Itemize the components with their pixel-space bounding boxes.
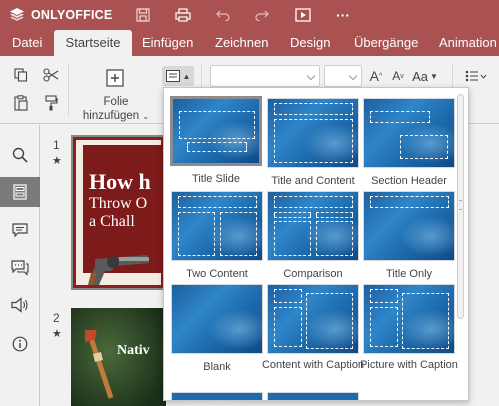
tomahawk-image [85, 330, 114, 399]
slide-title: Nativ [117, 343, 150, 358]
layout-thumbnail [267, 191, 359, 261]
info-icon[interactable] [0, 329, 40, 359]
slideshow-icon[interactable] [294, 6, 312, 24]
app-name: ONLYOFFICE [31, 8, 113, 22]
slide-layout-button[interactable]: ▲ [162, 66, 194, 86]
speaker-icon[interactable] [0, 290, 40, 320]
chevron-down-icon [306, 71, 316, 81]
title-bar: ONLYOFFICE ··· [0, 0, 499, 30]
layout-label: Section Header [371, 175, 447, 187]
tab-startseite[interactable]: Startseite [54, 30, 132, 56]
layout-thumbnail [363, 284, 455, 354]
format-painter-icon[interactable] [42, 94, 60, 112]
add-slide-label-line1: Folie [103, 96, 129, 108]
menu-tabs: Datei Startseite Einfügen Zeichnen Desig… [0, 30, 499, 56]
cut-icon[interactable] [42, 66, 60, 84]
add-slide-button[interactable]: Folie hinzufügen ⌄ [76, 95, 156, 124]
font-size-select[interactable] [324, 65, 362, 87]
redo-icon[interactable] [254, 6, 270, 24]
tab-design[interactable]: Design [290, 30, 330, 56]
slide-thumbnails-panel: 1 ★ How h Throw O a Chall 2 ★ Nativ [41, 125, 166, 406]
font-name-select[interactable] [210, 65, 320, 87]
layout-label: Two Content [186, 268, 248, 280]
slide-title: How h [89, 169, 151, 194]
main-scrollbar[interactable] [485, 125, 499, 406]
chevron-up-icon: ▲ [182, 71, 191, 81]
tab-datei[interactable]: Datei [12, 30, 42, 56]
scroll-grip-icon [459, 200, 462, 210]
decrease-font-icon[interactable]: Av [389, 66, 407, 86]
slide-subtitle-line2: a Chall [89, 213, 135, 230]
slide-layout-menu: Title Slide Title and Content Section He… [163, 87, 469, 401]
slide-thumbnail-2[interactable]: Nativ [71, 308, 166, 406]
save-icon[interactable] [135, 6, 151, 24]
layout-label: Picture with Caption [360, 359, 458, 371]
layout-label: Content with Caption [261, 359, 365, 371]
layout-option-partial[interactable] [171, 392, 263, 400]
comments-icon[interactable] [0, 215, 40, 245]
onlyoffice-logo-icon [9, 7, 25, 23]
copy-icon[interactable] [12, 66, 30, 84]
star-icon: ★ [52, 328, 62, 340]
layout-label: Blank [203, 361, 231, 373]
tab-zeichnen[interactable]: Zeichnen [215, 30, 268, 56]
bullet-list-icon[interactable] [462, 66, 490, 86]
layout-label: Title Only [385, 268, 433, 280]
slide-thumbnail-1[interactable]: How h Throw O a Chall [71, 135, 166, 290]
undo-icon[interactable] [215, 6, 231, 24]
layout-thumbnail [171, 284, 263, 354]
more-icon[interactable]: ··· [334, 6, 352, 24]
slide-subtitle: Throw O a Chall [89, 195, 147, 231]
layout-label: Comparison [283, 268, 343, 280]
layout-thumbnail [170, 96, 262, 166]
chevron-down-icon [348, 71, 358, 81]
layout-thumbnail [267, 284, 359, 354]
add-slide-icon[interactable] [105, 68, 125, 88]
app-logo: ONLYOFFICE [9, 7, 112, 23]
chevron-down-icon: ⌄ [142, 112, 150, 121]
layout-thumbnail [363, 98, 455, 168]
slide-number: 1 [53, 138, 60, 152]
layout-menu-scrollbar[interactable] [457, 94, 464, 319]
layout-thumbnail [171, 191, 263, 261]
left-sidebar [0, 125, 40, 406]
layout-thumbnail [363, 191, 455, 261]
layout-thumbnail [267, 98, 359, 168]
chat-icon[interactable] [0, 253, 40, 283]
layout-label: Title and Content [271, 175, 355, 187]
search-icon[interactable] [0, 140, 40, 170]
tab-animation[interactable]: Animation [439, 30, 497, 56]
add-slide-label-line2: hinzufügen ⌄ [82, 110, 150, 122]
slide-subtitle-line1: Throw O [89, 195, 148, 212]
paste-icon[interactable] [12, 94, 30, 112]
revolver-image [88, 255, 149, 285]
tab-uebergaenge[interactable]: Übergänge [354, 30, 418, 56]
change-case-icon[interactable]: Aa ▼ [411, 66, 439, 86]
tab-einfuegen[interactable]: Einfügen [142, 30, 193, 56]
slide-number: 2 [53, 311, 60, 325]
increase-font-icon[interactable]: A ^ [367, 66, 385, 86]
layout-label: Title Slide [192, 173, 240, 185]
star-icon: ★ [52, 155, 62, 167]
print-icon[interactable] [174, 6, 192, 24]
slides-icon[interactable] [0, 177, 40, 207]
layout-option-partial[interactable] [267, 392, 359, 400]
toolbar-separator [68, 64, 69, 116]
